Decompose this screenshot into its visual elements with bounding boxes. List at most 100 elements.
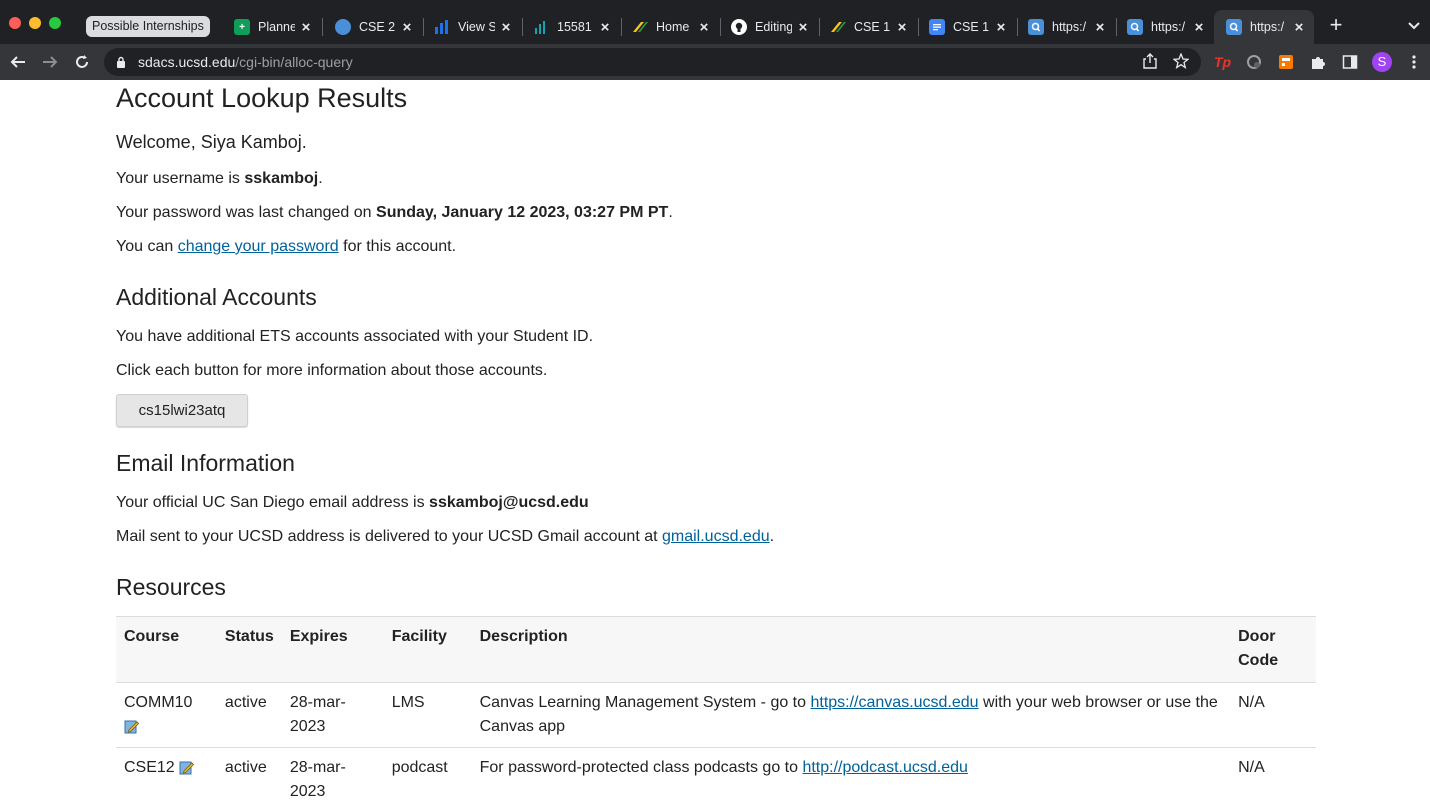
- resources-table: Course Status Expires Facility Descripti…: [116, 616, 1316, 808]
- additional-account-button[interactable]: cs15lwi23atq: [116, 394, 248, 427]
- email-value: sskamboj@ucsd.edu: [429, 494, 589, 511]
- username-prefix: Your username is: [116, 170, 245, 187]
- profile-avatar[interactable]: S: [1372, 52, 1392, 72]
- description-text: Canvas Learning Management System - go t…: [479, 694, 811, 711]
- tab-2[interactable]: CSE 2 ×: [323, 10, 422, 44]
- tab-1[interactable]: + Planne ×: [222, 10, 321, 44]
- gmail-link[interactable]: gmail.ucsd.edu: [662, 528, 770, 545]
- course-cell: CSE12: [116, 747, 217, 808]
- reload-icon[interactable]: [70, 50, 94, 74]
- canvas-link[interactable]: https://canvas.ucsd.edu: [810, 694, 978, 711]
- url-text[interactable]: sdacs.ucsd.edu/cgi-bin/alloc-query: [138, 54, 353, 70]
- tab-title: Planne: [258, 20, 295, 34]
- expires-cell: 28-mar-2023: [281, 682, 384, 748]
- tab-4[interactable]: 15581 ×: [521, 10, 620, 44]
- tab-3[interactable]: View S ×: [422, 10, 521, 44]
- search-page-icon: [1127, 19, 1143, 35]
- change-suffix: for this account.: [338, 238, 457, 255]
- extension-tp-icon[interactable]: Tp: [1214, 54, 1231, 70]
- email-information-heading: Email Information: [116, 450, 295, 476]
- close-icon[interactable]: ×: [1093, 19, 1107, 36]
- back-arrow-icon[interactable]: [6, 50, 30, 74]
- additional-accounts-text: You have additional ETS accounts associa…: [116, 328, 594, 345]
- search-page-icon: [1226, 19, 1242, 35]
- zoom-window-button[interactable]: [49, 17, 61, 29]
- close-window-button[interactable]: [9, 17, 21, 29]
- username-line: Your username is sskamboj.: [116, 170, 323, 188]
- column-header-status: Status: [216, 616, 282, 683]
- podcast-link[interactable]: http://podcast.ucsd.edu: [802, 759, 967, 776]
- tab-5[interactable]: Home ×: [620, 10, 719, 44]
- resources-heading: Resources: [116, 574, 226, 600]
- official-email-line: Your official UC San Diego email address…: [116, 494, 589, 512]
- address-bar[interactable]: sdacs.ucsd.edu/cgi-bin/alloc-query: [104, 48, 1201, 76]
- share-icon[interactable]: [1141, 53, 1159, 71]
- course-name: CSE12: [124, 759, 175, 776]
- forward-arrow-icon[interactable]: [38, 50, 62, 74]
- tab-title: Editing: [755, 20, 792, 34]
- table-row: COMM10 active 28-mar-2023 LMS Canvas Lea…: [116, 682, 1316, 748]
- chart-icon: [533, 19, 549, 35]
- url-path: /cgi-bin/alloc-query: [235, 54, 353, 70]
- extension-orange-icon[interactable]: [1278, 54, 1294, 70]
- extension-grammar-icon[interactable]: [1246, 54, 1262, 70]
- lock-icon[interactable]: [116, 56, 126, 68]
- column-header-description: Description: [471, 616, 1231, 683]
- close-icon[interactable]: ×: [499, 19, 513, 36]
- edit-note-icon[interactable]: [124, 719, 139, 734]
- bookmark-star-icon[interactable]: [1172, 52, 1190, 71]
- close-icon[interactable]: ×: [796, 19, 810, 36]
- close-icon[interactable]: ×: [895, 19, 909, 36]
- chevron-down-icon[interactable]: [1404, 15, 1424, 35]
- table-row: CSE12 active 28-mar-2023 podcast For pas…: [116, 747, 1316, 808]
- tab-group-chip[interactable]: Possible Internships: [86, 16, 210, 37]
- close-icon[interactable]: ×: [400, 19, 414, 36]
- column-header-door-code: Door Code: [1230, 616, 1316, 683]
- description-cell: For password-protected class podcasts go…: [471, 747, 1231, 808]
- search-page-icon: [1028, 19, 1044, 35]
- tab-title: Home: [656, 20, 690, 34]
- github-icon: [731, 19, 747, 35]
- close-icon[interactable]: ×: [994, 19, 1008, 36]
- extensions-puzzle-icon[interactable]: [1310, 54, 1326, 70]
- tab-title: CSE 2: [359, 20, 396, 34]
- close-icon[interactable]: ×: [1192, 19, 1206, 36]
- column-header-facility: Facility: [383, 616, 472, 683]
- close-icon[interactable]: ×: [598, 19, 612, 36]
- more-menu-icon[interactable]: [1406, 54, 1422, 70]
- tab-9[interactable]: https:/ ×: [1016, 10, 1115, 44]
- facility-cell: podcast: [383, 747, 472, 808]
- tab-title: CSE 1: [854, 20, 891, 34]
- status-cell: active: [216, 682, 282, 748]
- username-suffix: .: [318, 170, 323, 187]
- password-date: Sunday, January 12 2023, 03:27 PM PT: [376, 204, 669, 221]
- tab-11-active[interactable]: https:/ ×: [1214, 10, 1314, 44]
- side-panel-icon[interactable]: [1342, 54, 1358, 70]
- chart-icon: [434, 19, 450, 35]
- gmail-delivery-line: Mail sent to your UCSD address is delive…: [116, 528, 774, 546]
- password-suffix: .: [668, 204, 673, 221]
- tab-6[interactable]: Editing ×: [719, 10, 818, 44]
- site-icon: [335, 19, 351, 35]
- expires-cell: 28-mar-2023: [281, 747, 384, 808]
- minimize-window-button[interactable]: [29, 17, 41, 29]
- facility-cell: LMS: [383, 682, 472, 748]
- tab-7[interactable]: CSE 1 ×: [818, 10, 917, 44]
- close-icon[interactable]: ×: [299, 19, 313, 36]
- tab-8[interactable]: CSE 1 ×: [917, 10, 1016, 44]
- close-icon[interactable]: ×: [1292, 19, 1306, 36]
- edit-note-icon[interactable]: [179, 760, 195, 775]
- tab-title: 15581: [557, 20, 592, 34]
- description-cell: Canvas Learning Management System - go t…: [471, 682, 1231, 748]
- tab-10[interactable]: https:/ ×: [1115, 10, 1214, 44]
- close-icon[interactable]: ×: [697, 19, 711, 36]
- docs-icon: [929, 19, 945, 35]
- welcome-message: Welcome, Siya Kamboj.: [116, 132, 307, 152]
- tab-title: https:/: [1151, 20, 1186, 34]
- new-tab-button[interactable]: +: [1326, 14, 1346, 36]
- course-cell: COMM10: [116, 682, 217, 748]
- change-password-link[interactable]: change your password: [178, 238, 339, 255]
- sheets-icon: +: [234, 19, 250, 35]
- browser-tab-bar: Possible Internships + Planne × CSE 2 × …: [0, 0, 1430, 44]
- mail-suffix: .: [769, 528, 775, 545]
